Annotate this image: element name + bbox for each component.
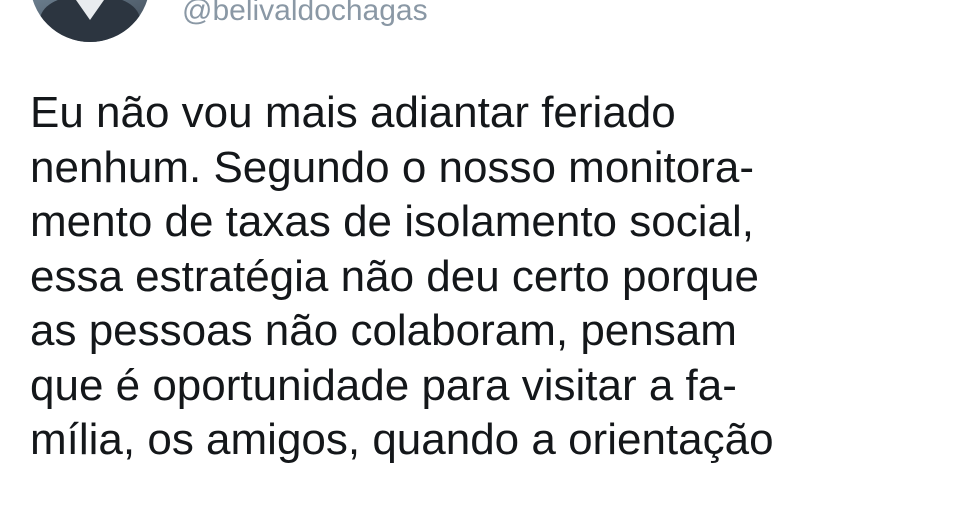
- tweet-text: Eu não vou mais adiantar feriado nenhum.…: [30, 86, 950, 468]
- profile-avatar[interactable]: [30, 0, 150, 42]
- tweet-text-line: que é oportunidade para visitar a fa-: [30, 360, 737, 410]
- user-handle[interactable]: @belivaldochagas: [182, 0, 428, 28]
- tweet-text-line: mília, os amigos, quando a orientação: [30, 415, 774, 464]
- tweet-text-line: as pessoas não colaboram, pensam: [30, 306, 737, 355]
- tweet-text-line: nenhum. Segundo o nosso monitora-: [30, 142, 755, 192]
- tweet-text-line: essa estratégia não deu certo porque: [30, 251, 759, 301]
- tweet-text-line: mento de taxas de isolamento social,: [30, 197, 754, 246]
- tweet-text-line: Eu não vou mais adiantar feriado: [30, 88, 676, 137]
- tweet-card: @belivaldochagas Eu não vou mais adianta…: [0, 0, 966, 532]
